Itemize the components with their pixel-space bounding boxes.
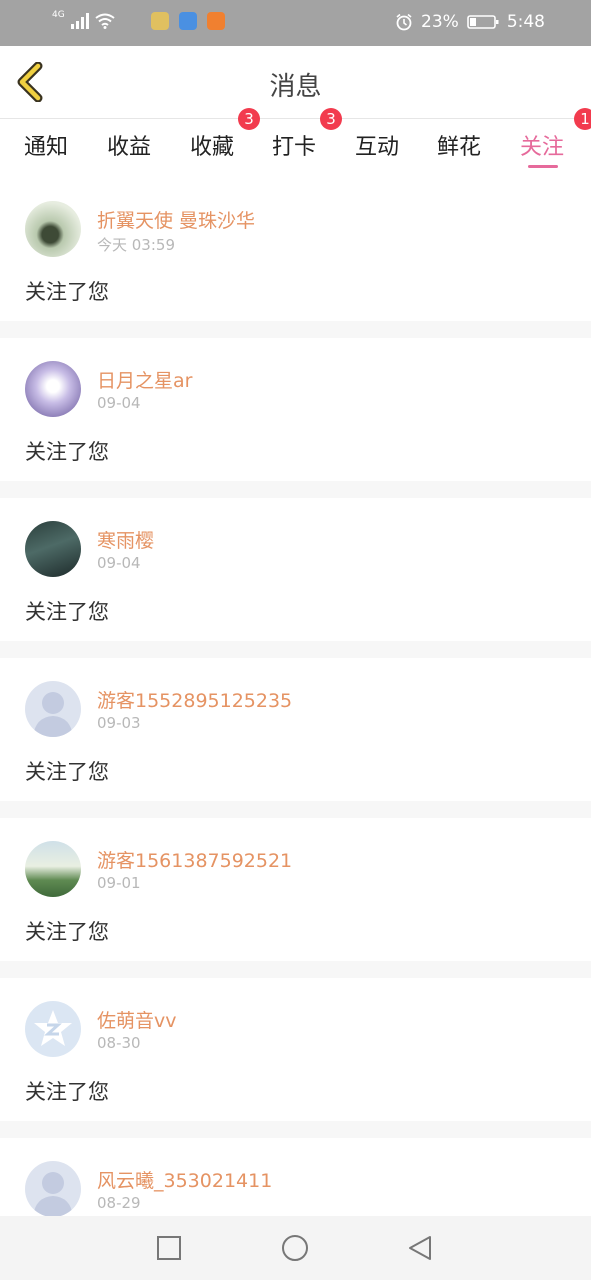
user-name[interactable]: 折翼天使 曼珠沙华 bbox=[97, 206, 255, 233]
battery-icon bbox=[467, 15, 499, 29]
tab-label: 互动 bbox=[355, 135, 400, 160]
tab-label: 打卡 bbox=[272, 135, 317, 160]
tab-label: 通知 bbox=[24, 135, 69, 160]
timestamp: 09-01 bbox=[97, 874, 141, 892]
notify-app-icon-2 bbox=[178, 12, 197, 30]
recents-button[interactable] bbox=[155, 1234, 183, 1262]
square-icon bbox=[157, 1236, 181, 1260]
header: 消息 bbox=[0, 46, 591, 119]
notify-app-icon-3 bbox=[206, 12, 225, 30]
battery-percent: 23% bbox=[421, 12, 459, 32]
tab-flowers[interactable]: 鲜花 bbox=[437, 129, 481, 161]
message-text: 关注了您 bbox=[25, 760, 109, 784]
default-user-icon bbox=[33, 1172, 73, 1216]
list-item[interactable]: 寒雨樱 09-04 关注了您 bbox=[0, 498, 591, 641]
list-item[interactable]: 游客1561387592521 09-01 关注了您 bbox=[0, 818, 591, 961]
circle-icon bbox=[282, 1235, 308, 1261]
tab-label: 收藏 bbox=[190, 135, 235, 160]
tab-checkin[interactable]: 打卡 3 bbox=[272, 108, 343, 161]
message-text: 关注了您 bbox=[25, 280, 109, 304]
tab-bar: 通知 收益 收藏 3 打卡 3 互动 鲜花 关注 1 bbox=[0, 108, 591, 177]
alarm-icon bbox=[396, 13, 412, 31]
message-list: 折翼天使 曼珠沙华 今天 03:59 关注了您 日月之星ar 09-04 关注了… bbox=[0, 178, 591, 1216]
tab-label: 收益 bbox=[107, 135, 152, 160]
clock: 5:48 bbox=[506, 12, 545, 32]
home-button[interactable] bbox=[280, 1233, 310, 1263]
list-item[interactable]: 游客1552895125235 09-03 关注了您 bbox=[0, 658, 591, 801]
timestamp: 09-04 bbox=[97, 554, 141, 572]
avatar[interactable] bbox=[25, 681, 81, 737]
tab-notice[interactable]: 通知 bbox=[24, 129, 68, 161]
tab-label: 鲜花 bbox=[437, 135, 482, 160]
list-item[interactable]: 日月之星ar 09-04 关注了您 bbox=[0, 338, 591, 481]
user-name[interactable]: 日月之星ar bbox=[97, 366, 192, 393]
tab-badge: 3 bbox=[238, 108, 261, 130]
user-name[interactable]: 风云曦_353021411 bbox=[97, 1166, 272, 1193]
tab-badge: 1 bbox=[574, 108, 591, 130]
status-left: 4G bbox=[52, 10, 225, 30]
list-item[interactable]: 折翼天使 曼珠沙华 今天 03:59 关注了您 bbox=[0, 178, 591, 321]
avatar[interactable] bbox=[25, 841, 81, 897]
back-nav-button[interactable] bbox=[406, 1234, 434, 1262]
message-text: 关注了您 bbox=[25, 920, 109, 944]
star-logo-icon bbox=[34, 1010, 72, 1046]
tab-badge: 3 bbox=[320, 108, 343, 130]
status-right: 23% 5:48 bbox=[395, 12, 545, 32]
timestamp: 今天 03:59 bbox=[97, 236, 175, 254]
user-name[interactable]: 游客1552895125235 bbox=[97, 686, 292, 713]
timestamp: 09-03 bbox=[97, 714, 141, 732]
message-text: 关注了您 bbox=[25, 600, 109, 624]
triangle-back-icon bbox=[409, 1236, 431, 1260]
timestamp: 09-04 bbox=[97, 394, 141, 412]
tab-interaction[interactable]: 互动 bbox=[355, 129, 399, 161]
avatar[interactable] bbox=[25, 201, 81, 257]
avatar[interactable] bbox=[25, 361, 81, 417]
tab-label: 关注 bbox=[520, 135, 565, 160]
status-bar: 4G 23% 5:48 bbox=[0, 0, 591, 46]
default-user-icon bbox=[33, 692, 73, 737]
avatar[interactable] bbox=[25, 1001, 81, 1057]
list-item[interactable]: 风云曦_353021411 08-29 bbox=[0, 1138, 591, 1216]
timestamp: 08-30 bbox=[97, 1034, 141, 1052]
avatar[interactable] bbox=[25, 521, 81, 577]
user-name[interactable]: 佐萌音vv bbox=[97, 1006, 177, 1033]
avatar[interactable] bbox=[25, 1161, 81, 1216]
list-item[interactable]: 佐萌音vv 08-30 关注了您 bbox=[0, 978, 591, 1121]
message-text: 关注了您 bbox=[25, 1080, 109, 1104]
tab-favorites[interactable]: 收藏 3 bbox=[190, 108, 261, 161]
message-text: 关注了您 bbox=[25, 440, 109, 464]
page-title: 消息 bbox=[269, 72, 322, 102]
active-tab-indicator bbox=[528, 165, 558, 168]
wifi-icon bbox=[95, 13, 115, 29]
notify-app-icon-1 bbox=[150, 12, 169, 30]
signal-icon bbox=[70, 13, 89, 29]
system-nav-bar bbox=[0, 1216, 591, 1280]
tab-follow[interactable]: 关注 1 bbox=[520, 108, 591, 161]
user-name[interactable]: 寒雨樱 bbox=[97, 526, 154, 553]
tab-earnings[interactable]: 收益 bbox=[107, 129, 151, 161]
user-name[interactable]: 游客1561387592521 bbox=[97, 846, 292, 873]
network-label: 4G bbox=[52, 10, 65, 20]
timestamp: 08-29 bbox=[97, 1194, 141, 1212]
